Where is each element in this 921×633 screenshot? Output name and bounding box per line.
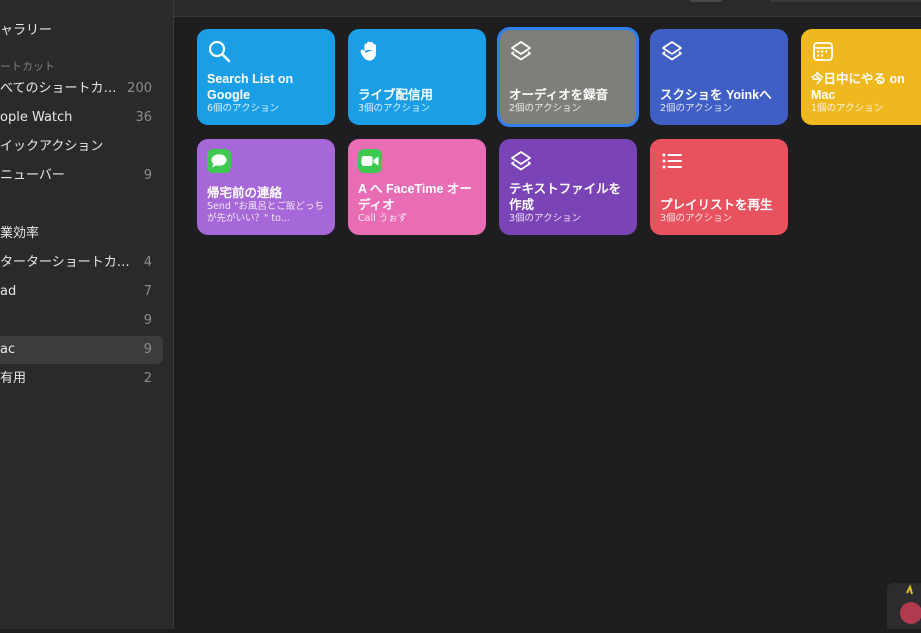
sidebar-item-label: ニューバー [0, 168, 65, 183]
shortcut-card[interactable]: テキストファイルを作成 3個のアクション [499, 139, 637, 235]
shortcut-card[interactable]: プレイリストを再生 3個のアクション [650, 139, 788, 235]
calendar-icon [813, 42, 833, 61]
shortcut-subtitle: 3個のアクション [660, 213, 733, 224]
sidebar-item-gallery[interactable]: ャラリー [0, 17, 163, 45]
sidebar-item-label: ャラリー [0, 23, 53, 38]
sidebar-item-count: 9 [143, 168, 152, 183]
shortcut-title: 帰宅前の連絡 [207, 186, 283, 200]
list-icon [662, 153, 682, 169]
shortcut-subtitle: 2個のアクション [660, 103, 733, 114]
dock-app-icon[interactable] [887, 583, 921, 629]
shortcut-card[interactable]: ライブ配信用 3個のアクション [348, 29, 486, 125]
magnifier-icon [208, 40, 231, 63]
shortcut-subtitle: Send "お風呂とご飯どっちが先がいい？" to... [207, 201, 324, 224]
sidebar-item-mac[interactable]: ac 9 [0, 336, 163, 364]
sidebar-item-apple-watch[interactable]: ople Watch 36 [0, 104, 163, 132]
shortcut-title: プレイリストを再生 [660, 198, 773, 212]
shortcut-subtitle: Call うぉず [358, 213, 408, 224]
shortcuts-grid: Search List on Google 6個のアクション ライブ配信用 3個… [175, 17, 921, 629]
sidebar-item-count: 4 [143, 255, 152, 270]
sidebar-item-unlabeled[interactable]: 9 [0, 307, 163, 335]
shortcut-title: テキストファイルを作成 [509, 182, 622, 212]
sidebar-item-all-shortcuts[interactable]: べてのショートカ… 200 [0, 75, 163, 103]
shortcut-card[interactable]: Search List on Google 6個のアクション [197, 29, 335, 125]
shortcut-card[interactable]: 帰宅前の連絡 Send "お風呂とご飯どっちが先がいい？" to... [197, 139, 335, 235]
sidebar-item-count: 200 [127, 81, 152, 96]
shortcut-title: スクショを Yoinkへ [660, 88, 772, 102]
sidebar-item-label: イックアクション [0, 139, 104, 154]
sidebar-item-label: 業効率 [0, 226, 40, 241]
search-field[interactable] [770, 0, 921, 2]
sidebar-item-label: べてのショートカ… [0, 81, 117, 96]
sidebar-section-shortcuts: ートカット [0, 60, 55, 73]
shortcut-subtitle: 1個のアクション [811, 103, 884, 114]
layers-icon [662, 41, 682, 61]
sidebar-item-count: 36 [135, 110, 152, 125]
shortcut-title: 今日中にやる on Mac [811, 72, 905, 102]
shortcut-title: Search List on Google [207, 72, 294, 102]
sidebar-item-ipad[interactable]: ad 7 [0, 278, 163, 306]
toolbar [174, 0, 921, 17]
shortcut-title: A へ FaceTime オーディオ [358, 182, 472, 212]
messages-app-icon [207, 149, 231, 173]
shortcut-title: オーディオを録音 [509, 88, 609, 102]
layers-icon [511, 151, 531, 171]
sidebar-item-count: 9 [143, 342, 152, 357]
sidebar-item-productivity[interactable]: 業効率 [0, 220, 163, 248]
sidebar-item-count: 9 [143, 313, 152, 328]
facetime-app-icon [358, 149, 382, 173]
shortcut-subtitle: 2個のアクション [509, 103, 582, 114]
shortcut-card[interactable]: A へ FaceTime オーディオ Call うぉず [348, 139, 486, 235]
sidebar-item-menu-bar[interactable]: ニューバー 9 [0, 162, 163, 190]
sidebar-item-label: ad [0, 284, 17, 299]
toolbar-button[interactable] [690, 0, 722, 2]
dock-icon-graphic [900, 584, 921, 624]
sidebar-item-count: 2 [143, 371, 152, 386]
hand-icon [360, 41, 376, 61]
sidebar-item-label: ople Watch [0, 110, 73, 125]
shortcut-card[interactable]: 今日中にやる on Mac 1個のアクション [801, 29, 921, 125]
sidebar-item-count: 7 [143, 284, 152, 299]
sidebar-item-label: ターターショートカット [0, 255, 140, 270]
sidebar-item-label: ac [0, 342, 16, 357]
sidebar-item-label: 有用 [0, 371, 27, 386]
layers-icon [511, 41, 531, 61]
sidebar-item-starter-shortcuts[interactable]: ターターショートカット 4 [0, 249, 163, 277]
sidebar-item-useful[interactable]: 有用 2 [0, 365, 163, 393]
sidebar: ャラリー ートカット べてのショートカ… 200 ople Watch 36 イ… [0, 0, 174, 629]
shortcut-card[interactable]: スクショを Yoinkへ 2個のアクション [650, 29, 788, 125]
shortcut-subtitle: 3個のアクション [358, 103, 431, 114]
shortcut-title: ライブ配信用 [358, 88, 434, 102]
shortcut-card[interactable]: オーディオを録音 2個のアクション [497, 27, 639, 127]
sidebar-item-quick-actions[interactable]: イックアクション [0, 133, 163, 161]
shortcut-subtitle: 6個のアクション [207, 103, 280, 114]
shortcut-subtitle: 3個のアクション [509, 213, 582, 224]
